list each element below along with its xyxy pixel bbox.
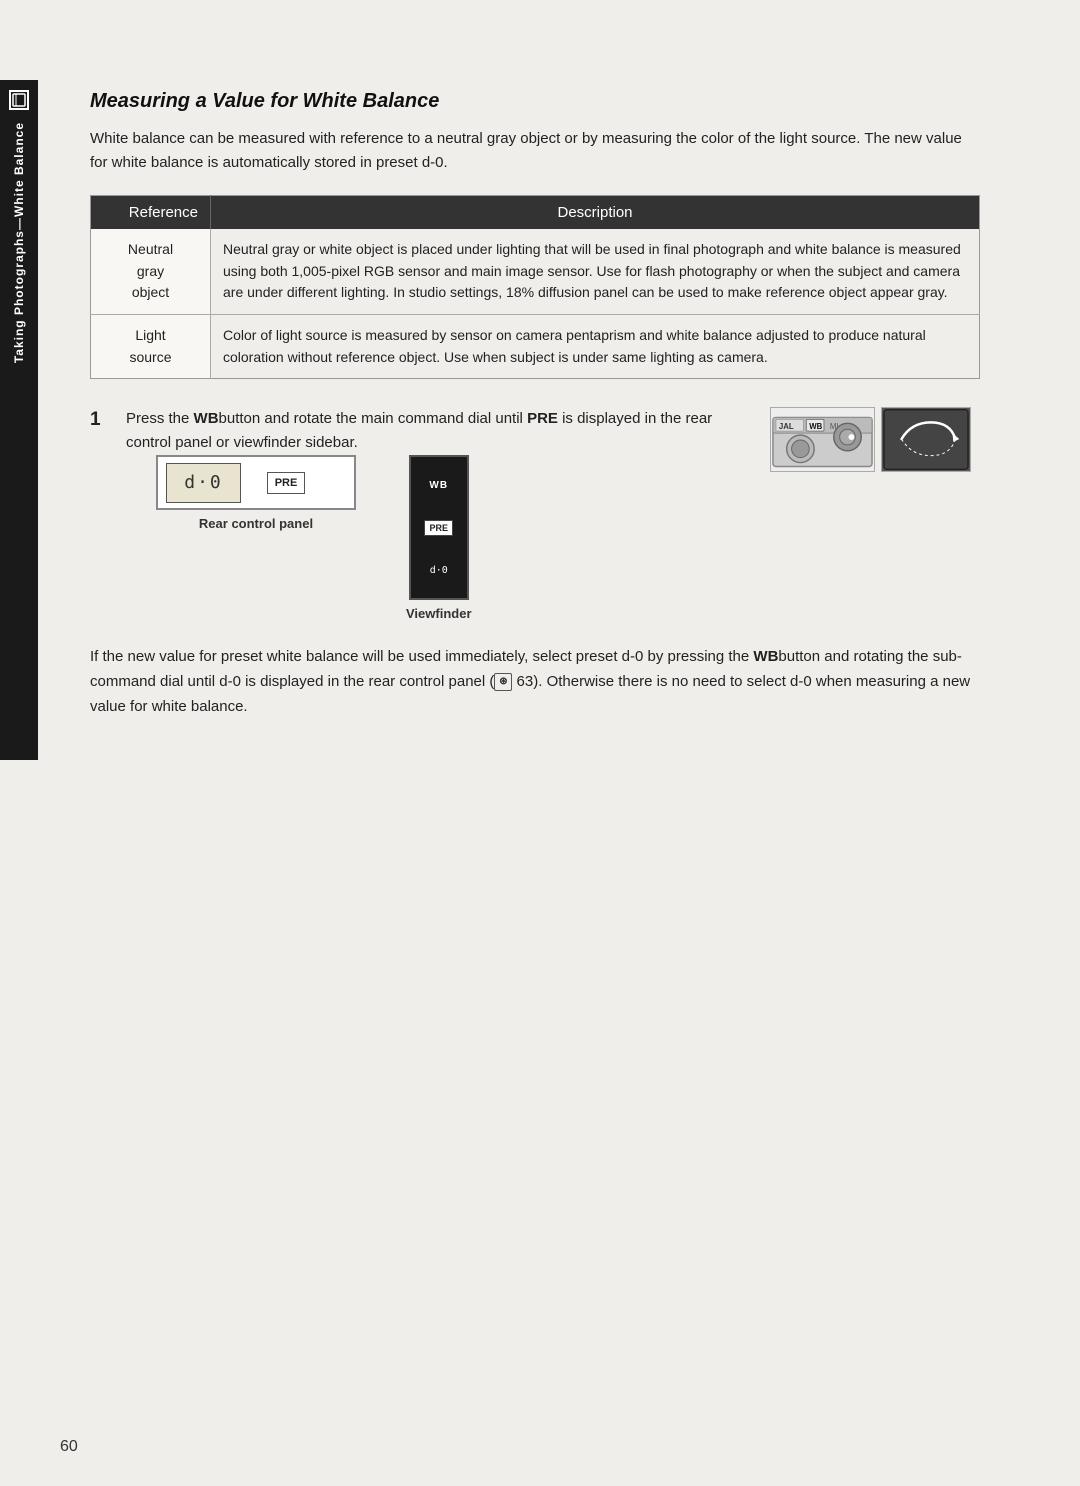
camera-back-diagram [881, 407, 971, 472]
table-row: Lightsource Color of light source is mea… [91, 315, 980, 379]
reference-table: Reference Description Neutralgrayobject … [90, 195, 980, 379]
viewfinder-box: WB PRE d·0 Viewfinder [406, 455, 472, 621]
diagrams-area: d·0 PRE Rear control panel WB PRE d·0 Vi… [156, 455, 758, 621]
pre-box: PRE [267, 472, 305, 494]
camera-images-row: JAL WB MI [770, 407, 980, 472]
step-1-text: Press the WBbutton and rotate the main c… [126, 407, 758, 455]
wb-label: WB [194, 410, 219, 427]
vf-pre-box: PRE [424, 520, 453, 536]
svg-text:JAL: JAL [779, 423, 794, 432]
sidebar-label: Taking Photographs—White Balance [12, 122, 26, 363]
ref-cell-light: Lightsource [91, 315, 211, 379]
rear-panel-box: d·0 PRE Rear control panel [156, 455, 356, 531]
table-row: Neutralgrayobject Neutral gray or white … [91, 229, 980, 315]
pre-label: PRE [527, 410, 558, 427]
viewfinder-label: Viewfinder [406, 606, 472, 621]
step-number: 1 [90, 407, 114, 431]
rear-panel-label: Rear control panel [199, 516, 313, 531]
rear-panel-diagram: d·0 PRE [156, 455, 356, 510]
table-header-row: Reference Description [91, 196, 980, 230]
col-reference: Reference [91, 196, 211, 230]
bottom-paragraph: If the new value for preset white balanc… [90, 645, 980, 719]
intro-paragraph: White balance can be measured with refer… [90, 127, 980, 175]
step-1-images: JAL WB MI [770, 407, 980, 472]
vf-d0-label: d·0 [430, 565, 448, 576]
svg-text:WB: WB [809, 423, 822, 432]
ref-cell-neutral: Neutralgrayobject [91, 229, 211, 315]
viewfinder-diagram: WB PRE d·0 [409, 455, 469, 600]
lcd-display: d·0 [166, 463, 241, 503]
ref-icon: ⊛ [494, 673, 512, 691]
col-description: Description [211, 196, 980, 230]
page-number: 60 [60, 1438, 78, 1456]
bottom-wb-label: WB [753, 648, 778, 665]
page-title: Measuring a Value for White Balance [90, 90, 980, 113]
desc-cell-neutral: Neutral gray or white object is placed u… [211, 229, 980, 315]
camera-top-diagram: JAL WB MI [770, 407, 875, 472]
sidebar-tab: Taking Photographs—White Balance [0, 80, 38, 760]
step-1-row: 1 Press the WBbutton and rotate the main… [90, 407, 980, 621]
desc-cell-light: Color of light source is measured by sen… [211, 315, 980, 379]
vf-wb-label: WB [429, 480, 448, 491]
main-content: Measuring a Value for White Balance Whit… [60, 60, 1030, 750]
sidebar-book-icon [9, 90, 29, 110]
step-1-content: Press the WBbutton and rotate the main c… [126, 407, 758, 621]
